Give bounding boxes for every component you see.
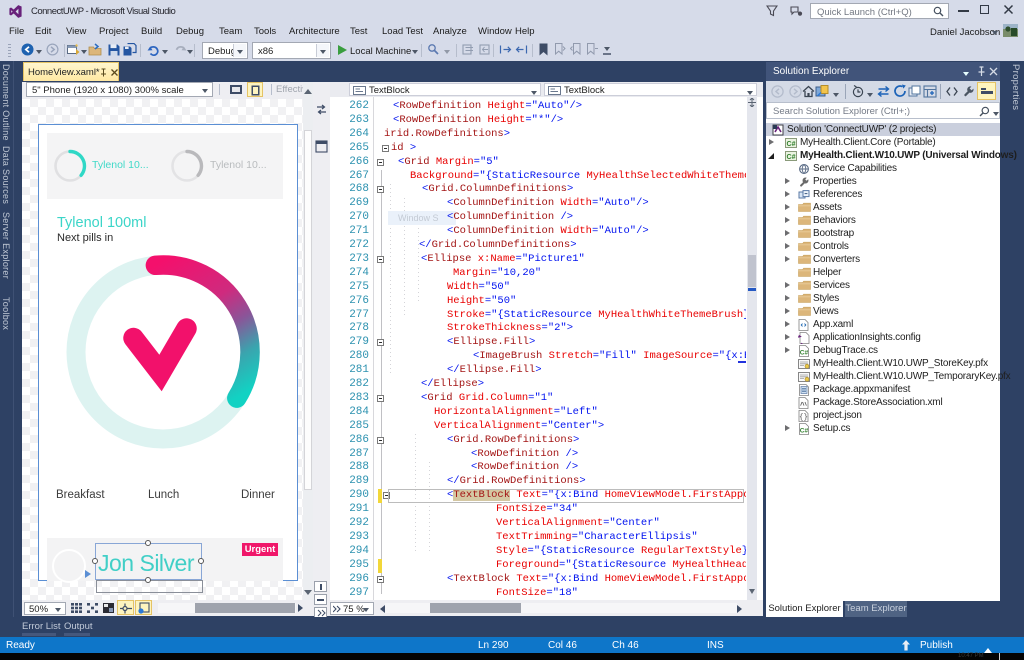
svg-text:C#: C#	[800, 349, 809, 356]
svg-text:{}: {}	[799, 414, 808, 422]
svg-text:C#: C#	[800, 427, 809, 434]
svg-text:C#: C#	[787, 153, 796, 160]
svg-text:C#: C#	[787, 140, 796, 147]
